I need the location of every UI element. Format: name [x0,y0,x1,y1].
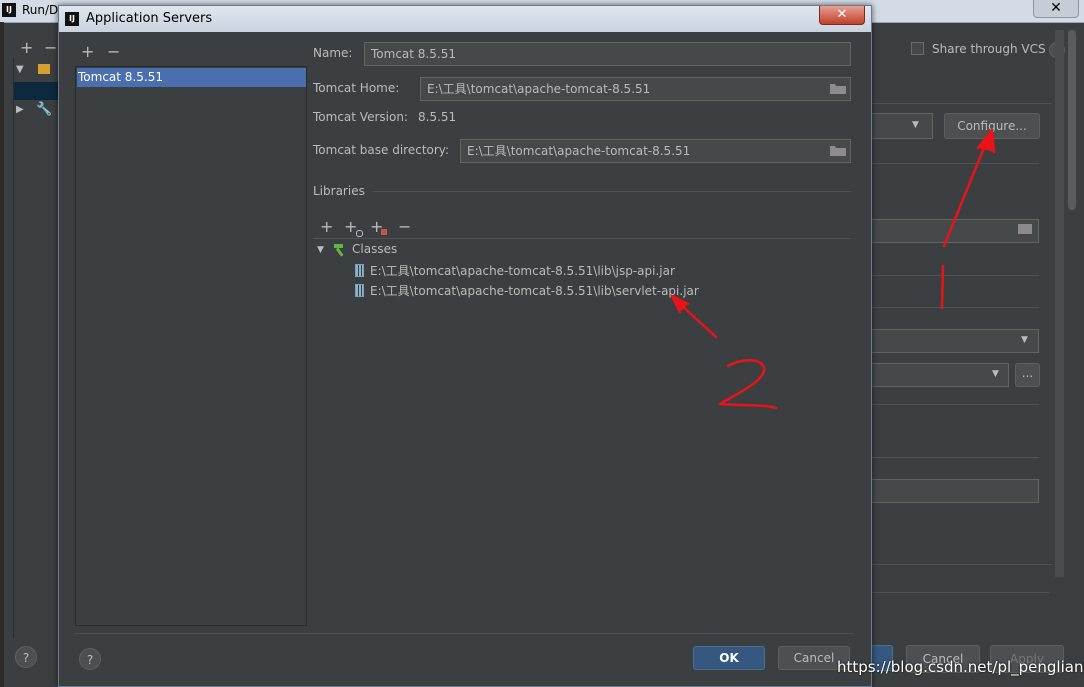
annotation-arrow-2 [670,294,778,410]
watermark: https://blog.csdn.net/pl_pengliang [837,658,1084,676]
annotation-arrow-1 [940,128,996,310]
annotation-overlay [670,128,996,410]
